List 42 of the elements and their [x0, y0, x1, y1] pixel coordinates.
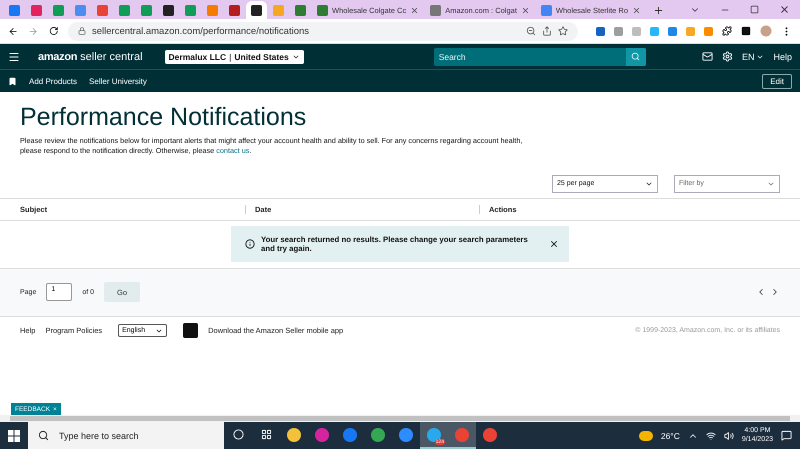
restore-icon[interactable]	[750, 5, 759, 14]
nav-link[interactable]: Add Products	[29, 76, 78, 86]
close-icon[interactable]	[632, 6, 642, 14]
info-icon	[245, 239, 255, 250]
search-button[interactable]	[626, 48, 646, 66]
star-icon[interactable]	[558, 26, 568, 36]
lock-icon	[78, 27, 86, 35]
close-icon[interactable]	[549, 239, 559, 250]
taskbar-search-box[interactable]: Type here to search	[28, 422, 224, 449]
address-bar[interactable]: sellercentral.amazon.com/performance/notifications	[68, 22, 578, 40]
notifications-icon[interactable]	[781, 430, 792, 441]
zoom-icon[interactable]	[526, 26, 536, 36]
logo-text: seller central	[80, 50, 143, 62]
close-icon[interactable]	[410, 6, 420, 14]
taskbar-app[interactable]	[448, 422, 476, 449]
account-selector[interactable]: Dermalux LLC | United States	[164, 50, 304, 64]
scrollbar[interactable]	[0, 415, 800, 422]
search-icon	[631, 52, 640, 61]
search-icon	[38, 430, 49, 441]
menu-icon[interactable]	[8, 50, 20, 62]
reload-icon[interactable]	[48, 25, 58, 37]
extensions-icon[interactable]	[722, 26, 732, 36]
close-icon[interactable]	[520, 6, 530, 14]
app-icon	[183, 323, 198, 338]
windows-icon[interactable]	[8, 430, 20, 442]
browser-tab[interactable]	[246, 1, 267, 19]
logo: amazon	[38, 50, 78, 62]
edit-button[interactable]: Edit	[762, 74, 792, 88]
help-link[interactable]: Help	[773, 52, 792, 62]
language-menu[interactable]: EN	[742, 52, 764, 62]
page-title: Performance Notifications	[20, 103, 308, 132]
search-field[interactable]: Type here to search	[57, 430, 178, 442]
volume-icon[interactable]	[724, 430, 734, 440]
new-tab-icon[interactable]	[653, 5, 664, 16]
mail-icon[interactable]	[702, 51, 713, 62]
wifi-icon[interactable]	[706, 430, 716, 440]
close-icon[interactable]	[779, 4, 790, 15]
nav-link[interactable]: Seller University	[89, 76, 147, 86]
bookmark-icon[interactable]	[8, 76, 17, 86]
settings-icon[interactable]	[722, 51, 733, 62]
temperature: 26°C	[660, 430, 680, 440]
share-icon[interactable]	[542, 26, 552, 36]
